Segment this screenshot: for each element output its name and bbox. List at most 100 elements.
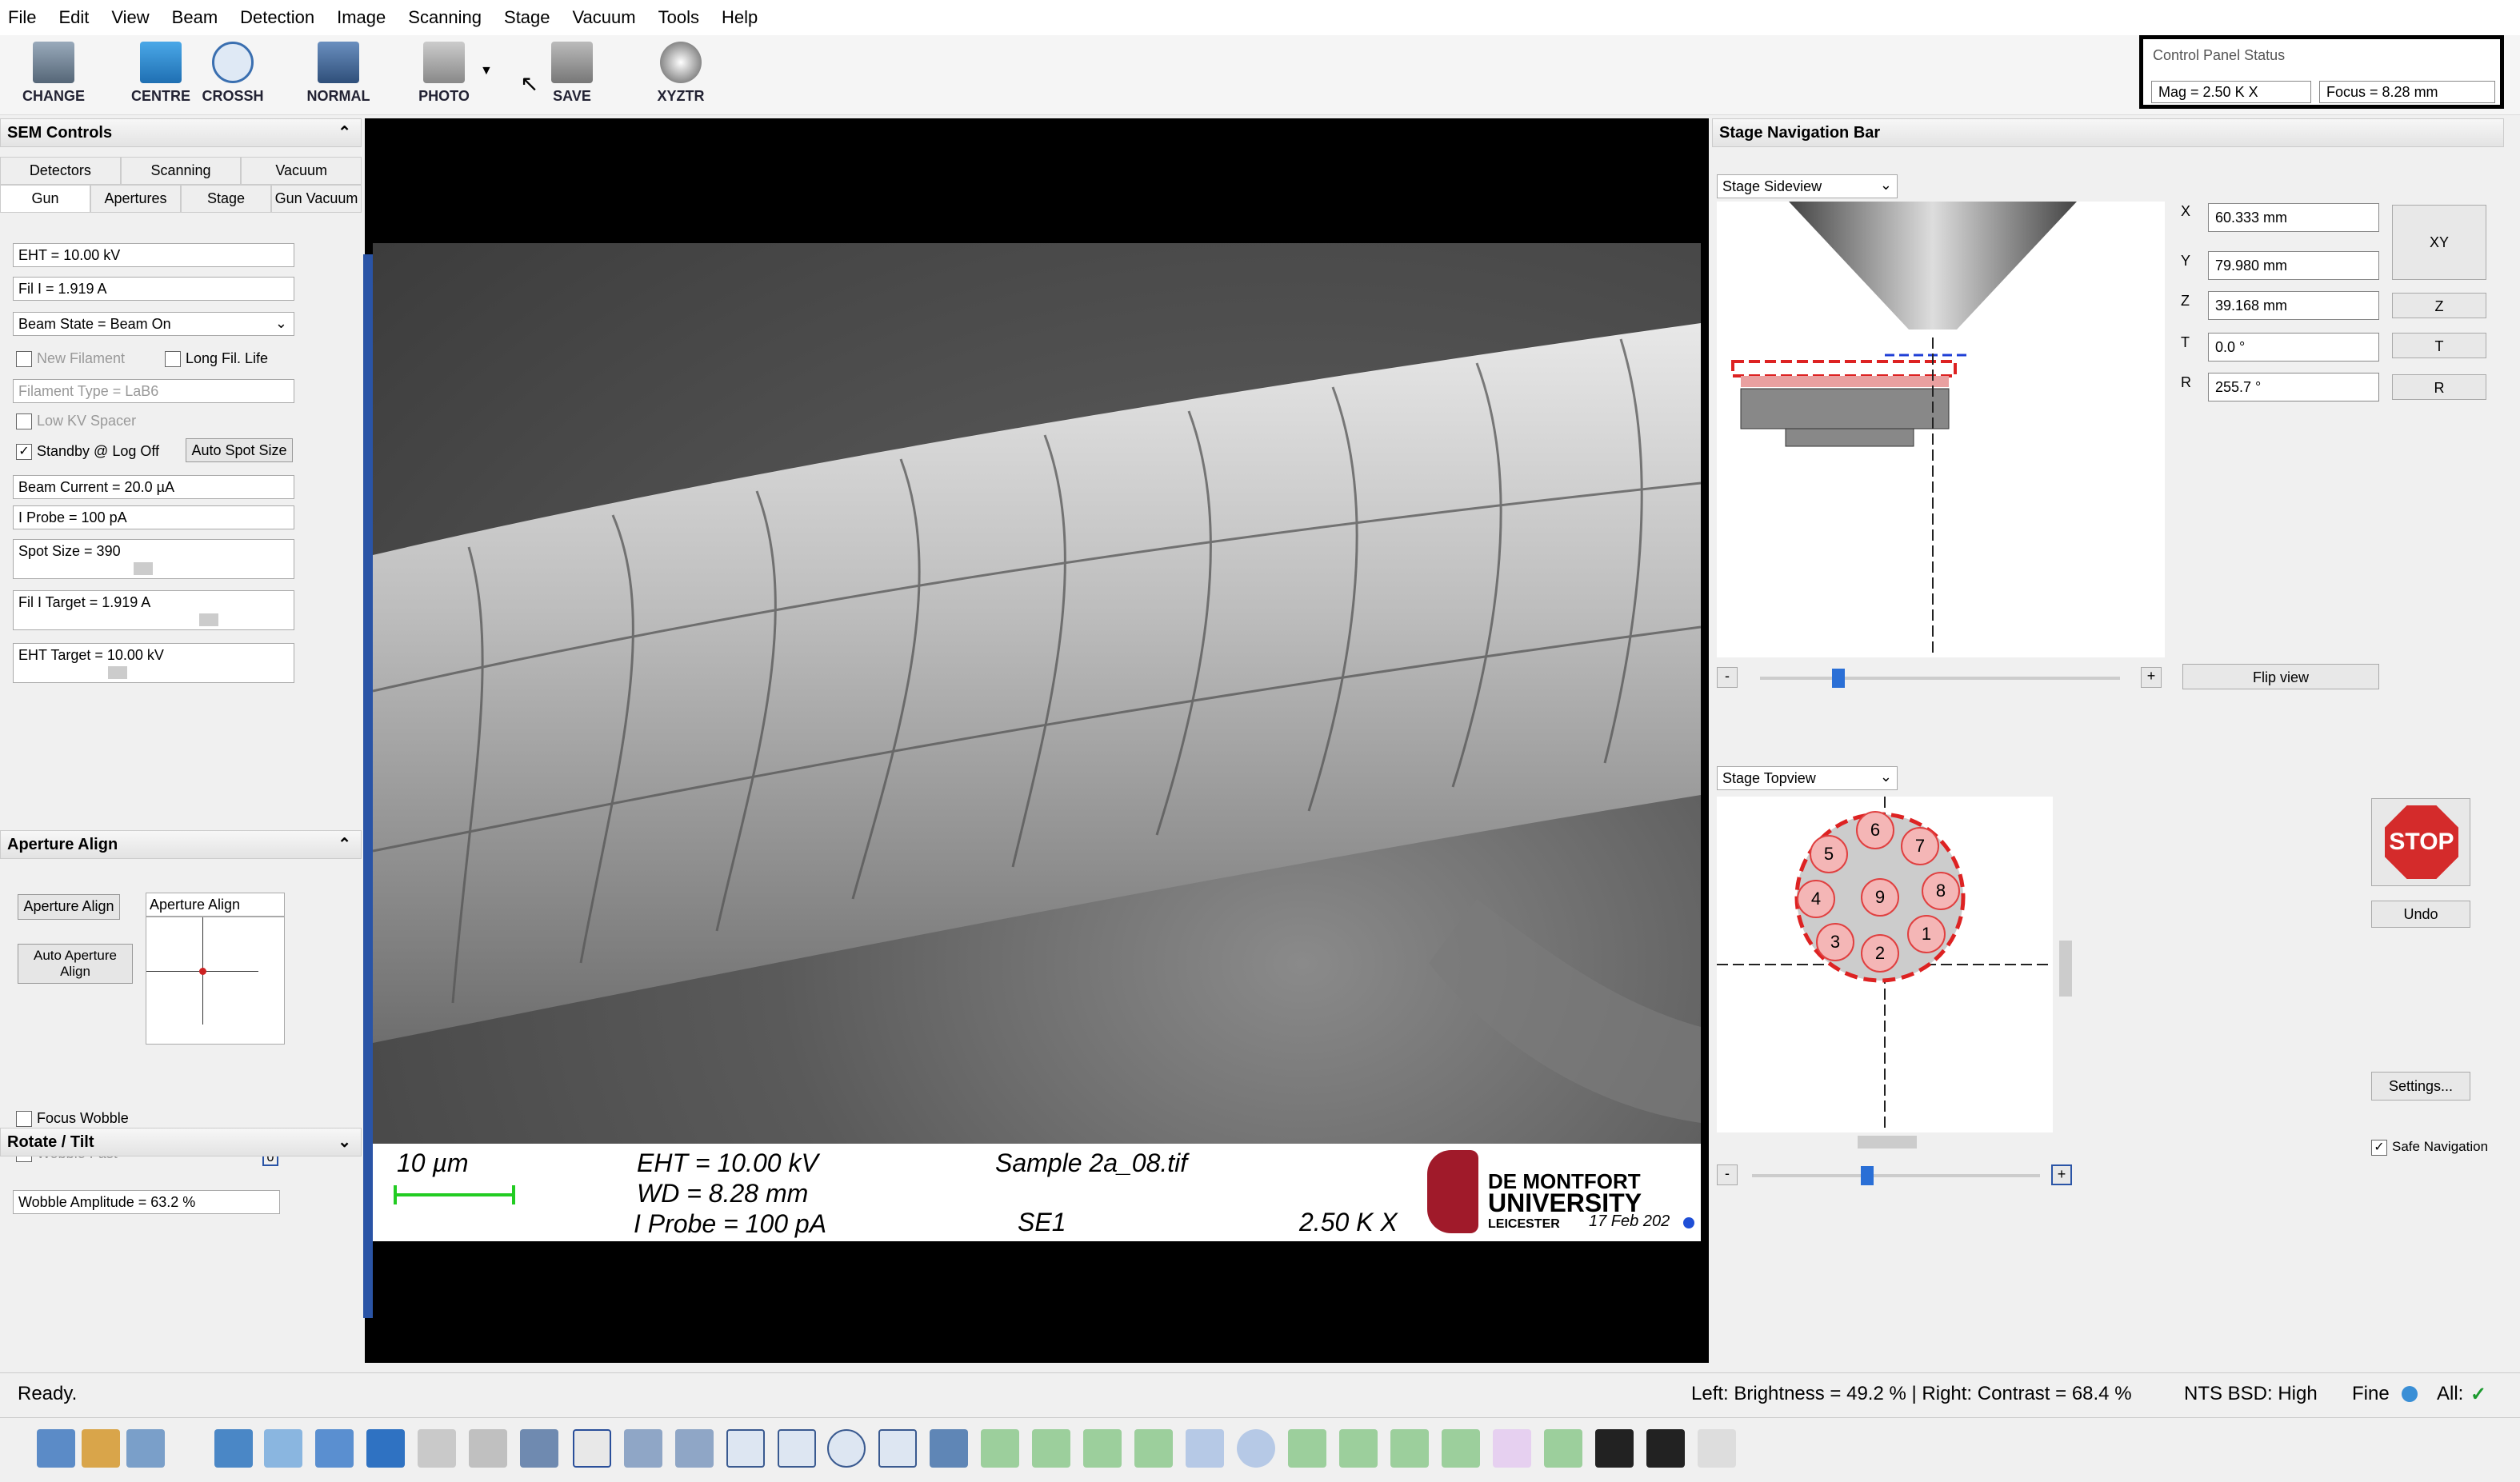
- aperture-align-button[interactable]: Aperture Align: [18, 894, 120, 920]
- x-input[interactable]: 60.333 mm: [2208, 203, 2379, 232]
- sample-holder[interactable]: 1: [1907, 915, 1946, 953]
- folder-icon[interactable]: [82, 1429, 120, 1468]
- low-kv-spacer-checkbox[interactable]: Low KV Spacer: [16, 413, 136, 430]
- t-input[interactable]: 0.0 °: [2208, 333, 2379, 362]
- image-viewport[interactable]: 10 µm EHT = 10.00 kV WD = 8.28 mm I Prob…: [365, 118, 1709, 1363]
- marker-icon[interactable]: [1390, 1429, 1429, 1468]
- sem-image[interactable]: [373, 243, 1701, 1144]
- folder-open-icon[interactable]: [366, 1429, 405, 1468]
- text-tool-icon[interactable]: [573, 1429, 611, 1468]
- line-tool-icon[interactable]: [726, 1429, 765, 1468]
- scale-icon[interactable]: [1544, 1429, 1582, 1468]
- photo-button[interactable]: PHOTO: [400, 42, 488, 112]
- tab-gun-vacuum[interactable]: Gun Vacuum: [271, 185, 362, 213]
- check-measure-icon[interactable]: [1134, 1429, 1173, 1468]
- new-filament-checkbox[interactable]: New Filament: [16, 350, 125, 368]
- tab-vacuum[interactable]: Vacuum: [241, 157, 362, 185]
- sem-controls-header[interactable]: SEM Controls ⌃: [0, 118, 362, 147]
- stack-icon[interactable]: [126, 1429, 165, 1468]
- menu-help[interactable]: Help: [722, 7, 758, 28]
- zoom-in-button[interactable]: +: [2051, 1164, 2072, 1185]
- vertical-measure-icon[interactable]: [1288, 1429, 1326, 1468]
- slider-thumb[interactable]: [199, 613, 218, 626]
- menu-tools[interactable]: Tools: [658, 7, 699, 28]
- area-measure-icon[interactable]: [1186, 1429, 1224, 1468]
- copy-icon[interactable]: [1698, 1429, 1736, 1468]
- tab-stage[interactable]: Stage: [181, 185, 271, 213]
- print-icon[interactable]: [418, 1429, 456, 1468]
- settings-button[interactable]: Settings...: [2371, 1072, 2470, 1101]
- sample-holder[interactable]: 6: [1856, 811, 1894, 849]
- zoom-out-button[interactable]: -: [1717, 1164, 1738, 1185]
- safe-navigation-checkbox[interactable]: ✓ Safe Navigation: [2371, 1139, 2488, 1156]
- histogram-icon[interactable]: [1646, 1429, 1685, 1468]
- flip-view-button[interactable]: Flip view: [2182, 664, 2379, 689]
- wobble-amplitude-field[interactable]: Wobble Amplitude = 63.2 %: [13, 1190, 280, 1214]
- menu-edit[interactable]: Edit: [58, 7, 89, 28]
- eht-field[interactable]: EHT = 10.00 kV: [13, 243, 294, 267]
- topview-vscroll[interactable]: [2056, 797, 2074, 1132]
- normal-button[interactable]: NORMAL: [294, 42, 382, 112]
- xyztr-button[interactable]: XYZTR: [637, 42, 725, 112]
- rotate-tilt-header[interactable]: Rotate / Tilt ⌄: [0, 1128, 362, 1156]
- scroll-thumb[interactable]: [1858, 1136, 1917, 1148]
- zoom-tool-icon[interactable]: [930, 1429, 968, 1468]
- edit-icon[interactable]: [675, 1429, 714, 1468]
- auto-spot-size-button[interactable]: Auto Spot Size: [186, 438, 293, 462]
- zoom-in-button[interactable]: +: [2141, 667, 2162, 688]
- change-button[interactable]: CHANGE: [10, 42, 98, 112]
- aperture-align-header[interactable]: Aperture Align ⌃: [0, 830, 362, 859]
- photo-dropdown-icon[interactable]: ▼: [480, 64, 493, 78]
- filament-type-select[interactable]: Filament Type = LaB6: [13, 379, 294, 403]
- scroll-thumb[interactable]: [2059, 941, 2072, 997]
- stop-button[interactable]: STOP: [2371, 798, 2470, 886]
- sample-holder[interactable]: 2: [1861, 934, 1899, 973]
- menu-image[interactable]: Image: [337, 7, 386, 28]
- long-fil-life-checkbox[interactable]: Long Fil. Life: [165, 350, 268, 368]
- sample-holder[interactable]: 5: [1810, 835, 1848, 873]
- image-tool-icon[interactable]: [214, 1429, 253, 1468]
- collapse-icon[interactable]: ⌃: [338, 834, 351, 854]
- tab-apertures[interactable]: Apertures: [90, 185, 181, 213]
- topview-hscroll[interactable]: [1717, 1132, 2053, 1150]
- standby-checkbox[interactable]: ✓ Standby @ Log Off: [16, 443, 159, 461]
- slider-thumb[interactable]: [1861, 1166, 1874, 1185]
- line-profile-icon[interactable]: [1595, 1429, 1634, 1468]
- xy-button[interactable]: XY: [2392, 205, 2486, 280]
- panel-splitter[interactable]: [363, 254, 373, 1318]
- stage-topview-select[interactable]: Stage Topview ⌄: [1717, 766, 1898, 790]
- z-button[interactable]: Z: [2392, 293, 2486, 318]
- menu-stage[interactable]: Stage: [504, 7, 550, 28]
- r-input[interactable]: 255.7 °: [2208, 373, 2379, 401]
- topview-zoom-slider[interactable]: - +: [1712, 1163, 2080, 1190]
- sideview-zoom-slider[interactable]: - +: [1712, 665, 2165, 693]
- zoom-out-button[interactable]: -: [1717, 667, 1738, 688]
- grid-dots-icon[interactable]: [1493, 1429, 1531, 1468]
- auto-aperture-align-button[interactable]: Auto Aperture Align: [18, 944, 133, 984]
- measure-icon[interactable]: [520, 1429, 558, 1468]
- spot-size-slider[interactable]: Spot Size = 390: [13, 539, 294, 579]
- beam-state-select[interactable]: Beam State = Beam On ⌄: [13, 312, 294, 336]
- eht-target-slider[interactable]: EHT Target = 10.00 kV: [13, 643, 294, 683]
- stage-sideview-select[interactable]: Stage Sideview ⌄: [1717, 174, 1898, 198]
- r-button[interactable]: R: [2392, 374, 2486, 400]
- slider-thumb[interactable]: [108, 666, 127, 679]
- tab-detectors[interactable]: Detectors: [0, 157, 121, 185]
- globe-icon[interactable]: [315, 1429, 354, 1468]
- slider-thumb[interactable]: [1832, 669, 1845, 688]
- circle-measure-icon[interactable]: [1237, 1429, 1275, 1468]
- sample-holder[interactable]: 9: [1861, 878, 1899, 917]
- menu-beam[interactable]: Beam: [172, 7, 218, 28]
- z-input[interactable]: 39.168 mm: [2208, 291, 2379, 320]
- menu-file[interactable]: File: [8, 7, 36, 28]
- menu-detection[interactable]: Detection: [240, 7, 314, 28]
- layer-icon[interactable]: [469, 1429, 507, 1468]
- sample-holder[interactable]: 8: [1922, 872, 1960, 910]
- cursor-tool-icon[interactable]: [264, 1429, 302, 1468]
- fil-i-field[interactable]: Fil I = 1.919 A: [13, 277, 294, 301]
- menu-scanning[interactable]: Scanning: [408, 7, 482, 28]
- t-button[interactable]: T: [2392, 333, 2486, 358]
- distance-measure-icon[interactable]: [1032, 1429, 1070, 1468]
- profile-icon[interactable]: [1442, 1429, 1480, 1468]
- collapse-icon[interactable]: ⌃: [338, 122, 351, 142]
